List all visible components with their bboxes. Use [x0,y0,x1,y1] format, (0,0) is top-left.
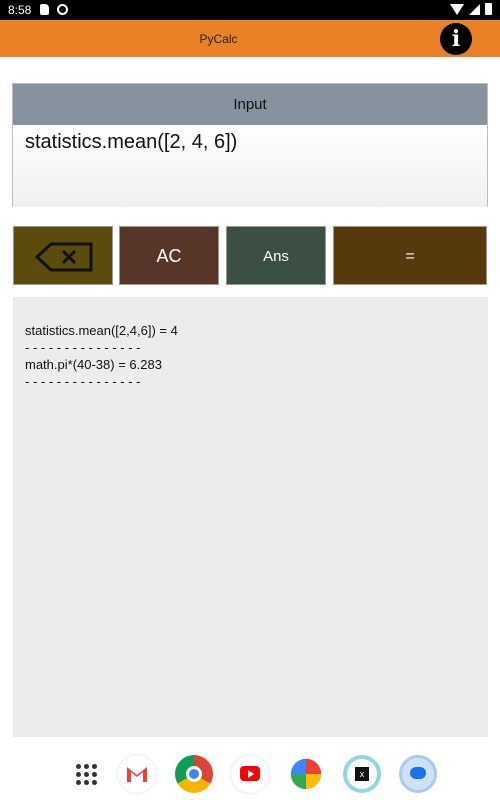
output-line: math.pi*(40-38) = 6.283 [25,357,162,372]
signal-icon [469,3,480,15]
output-panel: statistics.mean([2,4,6]) = 4 - - - - - -… [13,297,488,737]
sync-icon [57,4,68,15]
clear-all-button[interactable]: AC [119,226,219,285]
status-time: 8:58 [8,3,32,17]
backspace-icon [35,242,93,272]
pycalc-icon[interactable]: x [343,755,381,793]
status-bar: 8:58 [0,0,500,20]
output-line: statistics.mean([2,4,6]) = 4 [25,323,178,338]
output-separator: - - - - - - - - - - - - - - - [25,374,141,389]
messages-icon[interactable] [399,755,437,793]
app-bar: PyCalc i [0,20,500,57]
app-title: PyCalc [199,32,238,46]
equals-button[interactable]: = [333,226,487,285]
youtube-icon[interactable] [231,755,269,793]
output-separator: - - - - - - - - - - - - - - - [25,340,141,355]
apps-grid-icon[interactable] [68,755,106,793]
dock: x [0,745,500,800]
photos-icon[interactable] [290,758,322,790]
chrome-icon[interactable] [175,755,213,793]
info-icon[interactable]: i [440,23,472,55]
battery-icon [485,3,492,15]
backspace-button[interactable] [13,226,113,285]
wifi-icon [450,3,464,15]
input-panel: Input statistics.mean([2, 4, 6]) [12,83,488,207]
ans-button[interactable]: Ans [226,226,326,285]
gmail-icon[interactable] [118,755,156,793]
expression-input[interactable]: statistics.mean([2, 4, 6]) [13,125,487,207]
sim-card-icon [40,4,49,15]
input-header: Input [13,84,487,125]
